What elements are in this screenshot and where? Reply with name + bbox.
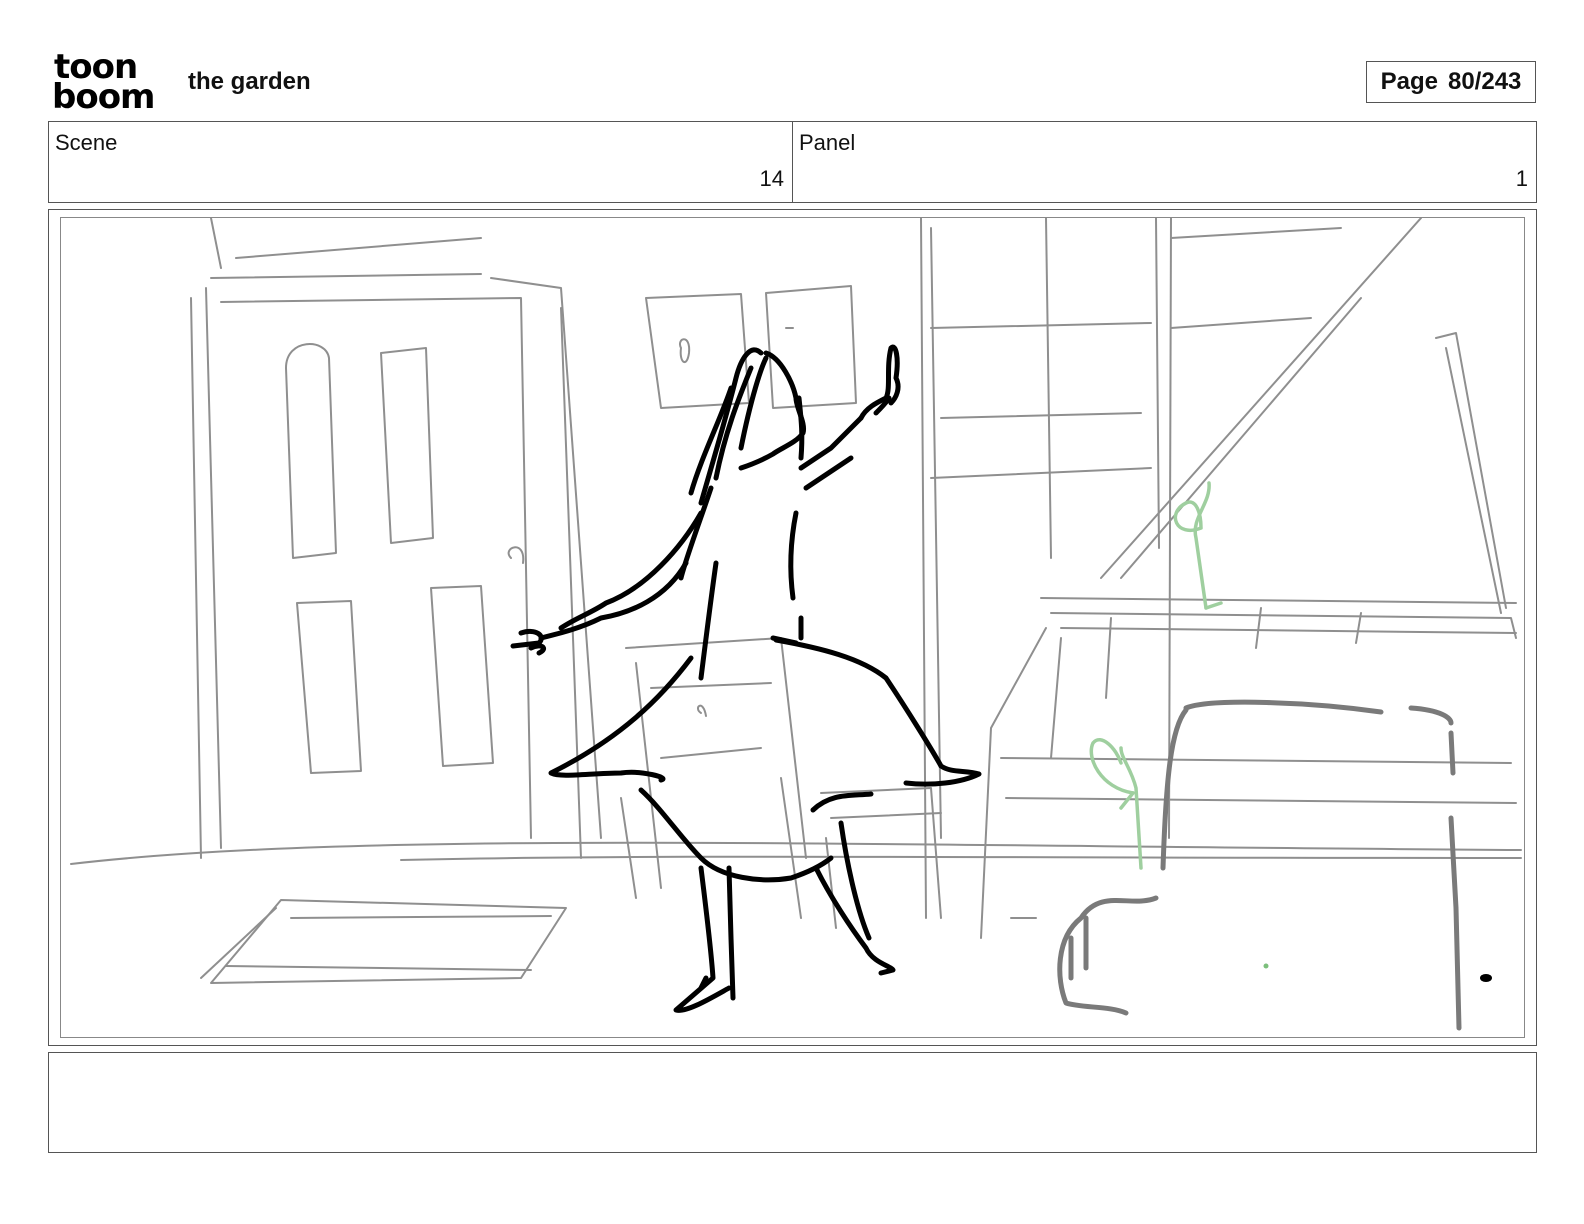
panel-cell: Panel 1 (792, 122, 1536, 202)
page-label: Page (1380, 68, 1438, 95)
toonboom-logo: toon boom (52, 47, 164, 117)
plant-dot (1263, 963, 1269, 969)
scene-number: 14 (759, 166, 784, 191)
scene-cell: Scene 14 (49, 122, 792, 202)
background-sketch (70, 218, 1522, 984)
panel-number: 1 (1515, 166, 1528, 191)
panel-label: Panel (799, 130, 856, 155)
panel-notes-box[interactable] (48, 1052, 1537, 1153)
plant-sketch (1089, 481, 1223, 870)
logo-text-bottom: boom (52, 77, 154, 112)
storyboard-sketch (70, 218, 1522, 1031)
ink-dot (1480, 974, 1492, 982)
scene-label: Scene (55, 130, 118, 155)
page-number: 80/243 (1447, 68, 1522, 95)
dancer-sketch (510, 344, 982, 1013)
scene-panel-info: Scene 14 Panel 1 (48, 121, 1537, 203)
storyboard-frame (60, 217, 1525, 1038)
page-indicator: Page 80/243 (1366, 61, 1536, 103)
document-title: the garden (188, 68, 311, 95)
